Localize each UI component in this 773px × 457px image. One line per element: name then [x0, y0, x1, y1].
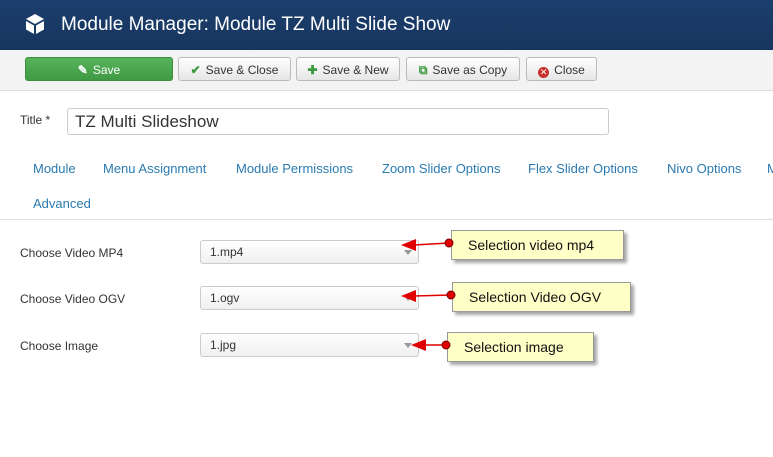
- cube-icon: [26, 14, 44, 34]
- save-new-label: Save & New: [322, 63, 389, 77]
- tabs-divider: [0, 219, 773, 220]
- check-icon: ✔: [190, 63, 201, 77]
- field-label-image: Choose Image: [20, 339, 99, 353]
- save-as-copy-button[interactable]: ⧉ Save as Copy: [406, 57, 520, 81]
- tab-module[interactable]: Module: [33, 161, 76, 176]
- annotation-callout: Selection Video OGV: [452, 282, 631, 312]
- save-button[interactable]: ✎ Save: [25, 57, 173, 81]
- chevron-down-icon: [404, 250, 412, 255]
- save-label: Save: [92, 63, 121, 77]
- close-button[interactable]: ✕ Close: [526, 57, 597, 81]
- edit-icon: ✎: [77, 63, 88, 77]
- save-new-button[interactable]: ✚ Save & New: [296, 57, 400, 81]
- field-label-video-mp4: Choose Video MP4: [20, 246, 124, 260]
- tab-nivo-options[interactable]: Nivo Options: [667, 161, 741, 176]
- toolbar: ✎ Save ✔ Save & Close ✚ Save & New ⧉ Save as…: [0, 50, 773, 91]
- save-close-button[interactable]: ✔ Save & Close: [178, 57, 291, 81]
- field-label-video-ogv: Choose Video OGV: [20, 292, 126, 306]
- chevron-down-icon: [404, 296, 412, 301]
- title-input[interactable]: [67, 108, 609, 135]
- select-value: 1.ogv: [210, 291, 240, 305]
- app-header: Module Manager: Module TZ Multi Slide Sh…: [0, 0, 773, 50]
- select-value: 1.mp4: [210, 245, 244, 259]
- annotation-callout: Selection image: [447, 332, 594, 362]
- tab-menu-assignment[interactable]: Menu Assignment: [103, 161, 206, 176]
- save-close-label: Save & Close: [205, 63, 279, 77]
- tab-flex-slider-options[interactable]: Flex Slider Options: [528, 161, 638, 176]
- tab-more[interactable]: M: [767, 161, 773, 176]
- tab-zoom-slider-options[interactable]: Zoom Slider Options: [382, 161, 501, 176]
- chevron-down-icon: [404, 343, 412, 348]
- video-mp4-select[interactable]: 1.mp4: [200, 240, 419, 264]
- save-copy-label: Save as Copy: [432, 63, 508, 77]
- plus-icon: ✚: [307, 63, 318, 77]
- tab-module-permissions[interactable]: Module Permissions: [236, 161, 353, 176]
- annotation-callout: Selection video mp4: [451, 230, 624, 260]
- close-icon: ✕: [538, 67, 550, 78]
- video-ogv-select[interactable]: 1.ogv: [200, 286, 419, 310]
- title-label: Title *: [20, 113, 51, 127]
- image-select[interactable]: 1.jpg: [200, 333, 419, 357]
- close-label: Close: [554, 63, 585, 77]
- copy-icon: ⧉: [418, 63, 428, 77]
- tab-advanced[interactable]: Advanced: [33, 196, 91, 211]
- page-title: Module Manager: Module TZ Multi Slide Sh…: [61, 14, 451, 35]
- select-value: 1.jpg: [210, 338, 237, 352]
